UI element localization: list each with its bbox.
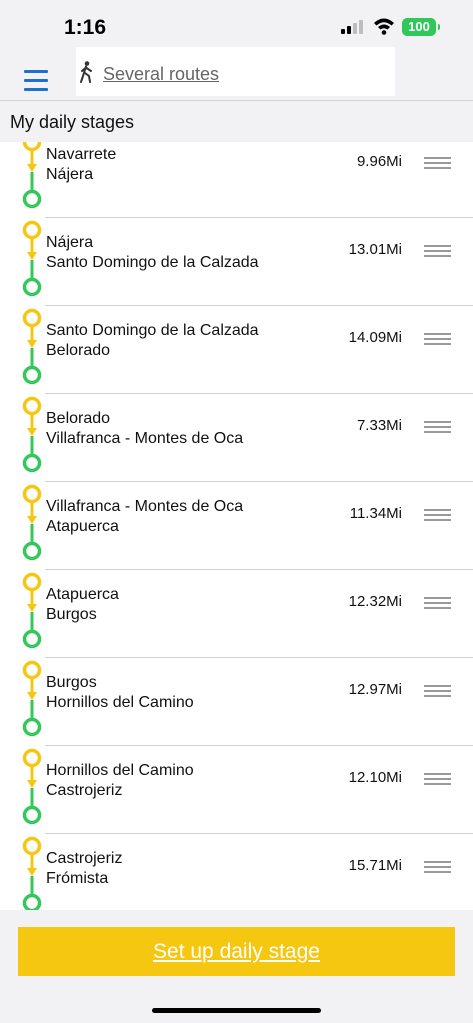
walking-person-icon bbox=[80, 61, 92, 83]
hamburger-icon bbox=[24, 70, 48, 73]
stage-route-icon bbox=[22, 572, 42, 649]
stage-end: Frómista bbox=[46, 870, 109, 887]
stage-distance: 11.34Mi bbox=[349, 505, 402, 522]
stage-start: Burgos bbox=[46, 674, 97, 691]
stage-row[interactable]: Atapuerca Burgos 12.32Mi bbox=[0, 570, 473, 658]
stage-row[interactable]: Belorado Villafranca - Montes de Oca 7.33M… bbox=[0, 394, 473, 482]
stage-end: Nájera bbox=[46, 166, 94, 183]
stage-end: Burgos bbox=[46, 606, 97, 623]
stage-end: Villafranca - Montes de Oca bbox=[46, 430, 244, 447]
stage-end: Hornillos del Camino bbox=[46, 694, 194, 711]
stage-route-icon bbox=[22, 748, 42, 825]
drag-handle-icon[interactable] bbox=[424, 597, 451, 609]
stage-start: Castrojeriz bbox=[46, 850, 123, 867]
menu-button[interactable] bbox=[24, 70, 48, 92]
drag-handle-icon[interactable] bbox=[424, 333, 451, 345]
stage-end: Santo Domingo de la Calzada bbox=[46, 254, 259, 271]
stage-route-icon bbox=[22, 396, 42, 473]
stage-row[interactable]: Castrojeriz Frómista 15.71Mi bbox=[0, 834, 473, 910]
header-divider bbox=[0, 100, 473, 101]
stage-distance: 13.01Mi bbox=[348, 241, 402, 258]
route-selector[interactable]: Several routes bbox=[76, 47, 395, 96]
stage-start: Atapuerca bbox=[46, 586, 119, 603]
header: Several routes bbox=[0, 44, 473, 100]
stage-distance: 12.97Mi bbox=[348, 681, 402, 698]
stage-list: Navarrete Nájera 9.96Mi Nájera Santo Domingo… bbox=[0, 142, 473, 910]
stage-row[interactable]: Navarrete Nájera 9.96Mi bbox=[0, 142, 473, 218]
stage-start: Hornillos del Camino bbox=[46, 762, 194, 779]
status-time: 1:16 bbox=[64, 16, 107, 39]
route-label[interactable]: Several routes bbox=[103, 64, 219, 85]
drag-handle-icon[interactable] bbox=[424, 685, 451, 697]
battery-icon: 100 bbox=[402, 18, 440, 36]
stage-route-icon bbox=[22, 142, 42, 209]
stage-route-icon bbox=[22, 484, 42, 561]
home-indicator bbox=[152, 1008, 321, 1013]
stage-row[interactable]: Santo Domingo de la Calzada Belorado 14.09… bbox=[0, 306, 473, 394]
drag-handle-icon[interactable] bbox=[424, 157, 451, 169]
stage-start: Navarrete bbox=[46, 146, 117, 163]
stage-row[interactable]: Villafranca - Montes de Oca Atapuerca 11.3… bbox=[0, 482, 473, 570]
stage-distance: 15.71Mi bbox=[348, 857, 402, 874]
stage-row[interactable]: Nájera Santo Domingo de la Calzada 13.01Mi bbox=[0, 218, 473, 306]
stage-route-icon bbox=[22, 220, 42, 297]
wifi-icon bbox=[374, 18, 394, 35]
section-title: My daily stages bbox=[10, 112, 135, 132]
drag-handle-icon[interactable] bbox=[424, 509, 451, 521]
stage-start: Villafranca - Montes de Oca bbox=[46, 498, 244, 515]
stage-route-icon bbox=[22, 660, 42, 737]
stage-route-icon bbox=[22, 308, 42, 385]
stage-distance: 7.33Mi bbox=[356, 417, 402, 434]
stage-row[interactable]: Burgos Hornillos del Camino 12.97Mi bbox=[0, 658, 473, 746]
stage-row[interactable]: Hornillos del Camino Castrojeriz 12.10Mi bbox=[0, 746, 473, 834]
stage-distance: 9.96Mi bbox=[356, 153, 402, 170]
stage-distance: 14.09Mi bbox=[348, 329, 402, 346]
cellular-signal-icon bbox=[341, 20, 363, 34]
drag-handle-icon[interactable] bbox=[424, 861, 451, 873]
stage-start: Belorado bbox=[46, 410, 111, 427]
stage-distance: 12.32Mi bbox=[348, 593, 402, 610]
stage-end: Castrojeriz bbox=[46, 782, 123, 799]
setup-daily-stage-button[interactable]: Set up daily stage bbox=[18, 927, 455, 976]
stage-start: Nájera bbox=[46, 234, 94, 251]
stage-start: Santo Domingo de la Calzada bbox=[46, 322, 259, 339]
stage-end: Atapuerca bbox=[46, 518, 119, 535]
stage-end: Belorado bbox=[46, 342, 111, 359]
drag-handle-icon[interactable] bbox=[424, 421, 451, 433]
drag-handle-icon[interactable] bbox=[424, 773, 451, 785]
drag-handle-icon[interactable] bbox=[424, 245, 451, 257]
stage-route-icon bbox=[22, 836, 42, 910]
stage-distance: 12.10Mi bbox=[348, 769, 402, 786]
